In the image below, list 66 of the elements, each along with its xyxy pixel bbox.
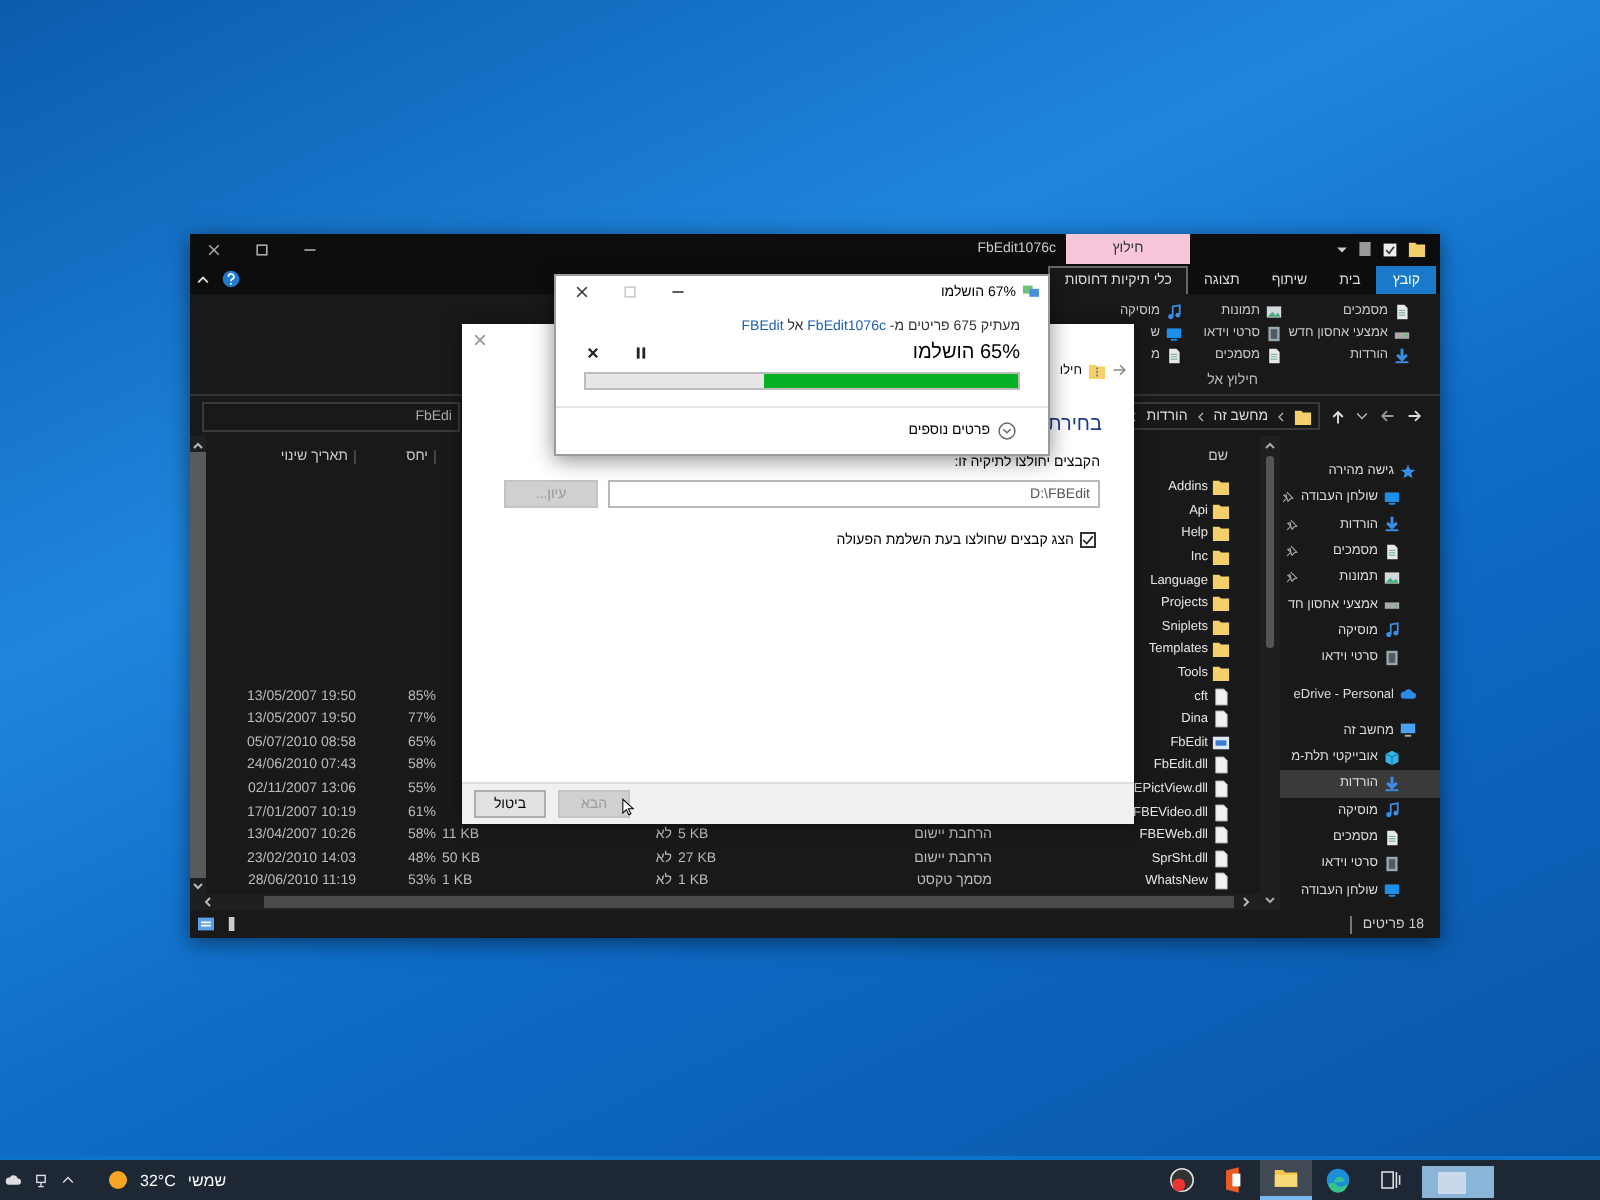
up-arrow-icon[interactable] <box>1330 407 1346 425</box>
chevron-circle-icon[interactable] <box>998 421 1016 439</box>
down-arrow-icon <box>1384 516 1400 533</box>
document-icon <box>1384 543 1400 560</box>
document-icon[interactable] <box>1358 240 1372 258</box>
copy-icon <box>1022 284 1040 300</box>
desktop-icon <box>1166 325 1182 341</box>
film-icon <box>1266 325 1282 341</box>
document-icon <box>1384 829 1400 845</box>
film-icon <box>1384 855 1400 872</box>
chevron-icon <box>1195 409 1206 423</box>
music-note-icon <box>1384 802 1400 819</box>
checkmark-icon <box>1082 534 1094 546</box>
caret-icon[interactable] <box>196 273 210 285</box>
document-icon <box>1266 347 1282 363</box>
down-arrow-icon <box>1384 775 1400 792</box>
music-note-icon <box>1166 303 1182 319</box>
zip-folder-icon <box>1088 361 1106 379</box>
folder-icon <box>1294 407 1312 425</box>
thumbnail-placeholder <box>1422 1160 1494 1200</box>
picture-icon <box>1266 303 1282 319</box>
temperature[interactable]: 32°C <box>140 1171 176 1189</box>
caret-icon[interactable] <box>1336 243 1348 255</box>
vertical-scrollbar[interactable] <box>1260 436 1280 910</box>
pause-icon[interactable] <box>634 345 648 359</box>
document-icon <box>1166 347 1182 363</box>
desktop-icon <box>1384 489 1400 506</box>
help-icon[interactable] <box>222 270 240 288</box>
document-icon <box>1394 303 1410 319</box>
document-check-icon[interactable] <box>1382 241 1398 257</box>
maximize-icon[interactable] <box>254 241 270 257</box>
caret-icon[interactable] <box>1356 410 1368 422</box>
sun-icon[interactable] <box>108 1170 128 1190</box>
computer-icon <box>1400 722 1416 739</box>
device-icon[interactable] <box>34 1171 48 1189</box>
application-icon <box>1212 733 1230 752</box>
vertical-scrollbar[interactable] <box>190 436 206 894</box>
weather-condition[interactable]: שמשי <box>187 1171 227 1189</box>
cloud-icon <box>1400 686 1416 703</box>
left-arrow-icon[interactable] <box>1378 408 1396 424</box>
tiles-view-icon[interactable] <box>226 916 240 932</box>
cloud-icon[interactable] <box>4 1172 22 1188</box>
folder-icon[interactable] <box>1408 240 1426 258</box>
caret-icon[interactable] <box>60 1174 76 1186</box>
close-icon[interactable] <box>574 284 590 300</box>
back-arrow-icon[interactable] <box>1112 362 1128 378</box>
checkbox[interactable] <box>1080 532 1096 548</box>
music-note-icon <box>1384 622 1400 639</box>
horizontal-scrollbar[interactable] <box>190 894 1260 910</box>
film-icon <box>1384 649 1400 666</box>
close-icon[interactable] <box>206 241 222 257</box>
mouse-pointer-icon[interactable] <box>622 798 634 816</box>
drive-icon <box>1384 596 1400 613</box>
down-arrow-icon <box>1394 347 1410 363</box>
picture-icon <box>1384 569 1400 586</box>
cancel-icon[interactable] <box>586 345 600 359</box>
star-icon <box>1400 463 1416 480</box>
details-view-icon[interactable] <box>196 916 216 932</box>
taskbar-button[interactable] <box>1260 1160 1312 1200</box>
dialog-heading: בחירת <box>1047 412 1102 440</box>
chevron-icon <box>1276 409 1286 423</box>
taskbar-button[interactable] <box>1416 1160 1500 1200</box>
right-arrow-icon[interactable] <box>1406 408 1424 424</box>
cube-icon <box>1384 749 1400 766</box>
desktop-icon <box>1384 882 1400 899</box>
progress-percent: 65% הושלמו <box>912 341 1020 363</box>
